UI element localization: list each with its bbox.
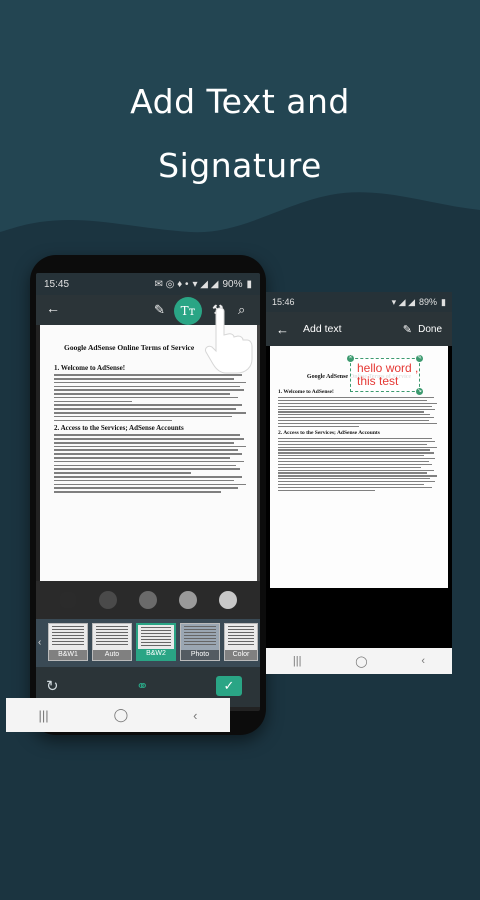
rotate-icon[interactable]: ↻ (46, 677, 59, 695)
pointing-hand-icon (205, 307, 253, 374)
document-preview: Google AdSense Online Terms of Service 1… (270, 346, 448, 588)
filter-thumbnail-selected[interactable]: B&W2 (136, 623, 176, 661)
added-text-box[interactable]: hello word , this test × ✎ ↘ (347, 355, 423, 395)
document-text-block (54, 434, 250, 493)
right-phone: 15:46 ▾ ◢ ◢ 89% ▮ ← Add text ✎ Done Goog… (266, 292, 452, 674)
left-phone: 15:45 ✉ ◎ ♦ • ▾ ◢ ◢ 90% ▮ ← ✎ Tт ⚒ ⌕ Goo… (30, 255, 266, 735)
scroll-left-icon[interactable]: ‹ (38, 637, 41, 648)
color-swatch[interactable] (219, 591, 237, 609)
resize-handle-icon[interactable]: ↘ (416, 388, 423, 395)
right-navigation-bar: ||| ◯ ‹ (266, 648, 452, 674)
back-arrow-icon[interactable]: ← (46, 300, 60, 316)
left-phone-screen: 15:45 ✉ ◎ ♦ • ▾ ◢ ◢ 90% ▮ ← ✎ Tт ⚒ ⌕ Goo… (36, 273, 260, 711)
pen-icon[interactable]: ✎ (154, 302, 165, 318)
color-swatches (36, 581, 260, 619)
document-text-block (54, 374, 250, 422)
headline-line-2: Signature (158, 146, 322, 185)
done-button[interactable]: Done (418, 324, 442, 335)
status-time: 15:46 (272, 297, 295, 307)
text-tool-button[interactable]: Tт (174, 297, 202, 325)
left-navigation-bar: ||| ◯ ‹ (6, 698, 230, 732)
added-text-line-2: this test (357, 374, 399, 388)
status-bar: 15:46 ▾ ◢ ◢ 89% ▮ (266, 292, 452, 312)
battery-icon: ▮ (246, 278, 252, 290)
filter-thumbnail[interactable]: Photo (180, 623, 220, 661)
back-arrow-icon[interactable]: ← (276, 322, 289, 337)
color-swatch[interactable] (99, 591, 117, 609)
filter-icon[interactable]: ⚭ (136, 677, 149, 695)
document-section-heading: 2. Access to the Services; AdSense Accou… (278, 429, 380, 436)
home-icon[interactable]: ◯ (114, 707, 129, 723)
headline-line-1: Add Text and (130, 82, 350, 121)
add-text-toolbar: ← Add text ✎ Done (266, 312, 452, 346)
color-swatch[interactable] (59, 591, 77, 609)
color-swatch[interactable] (179, 591, 197, 609)
home-icon[interactable]: ◯ (355, 655, 367, 668)
edit-handle-icon[interactable]: ✎ (416, 355, 423, 362)
recent-apps-icon[interactable]: ||| (293, 655, 302, 667)
document-text-block (278, 397, 440, 427)
document-section-heading: 2. Access to the Services; AdSense Accou… (54, 424, 184, 433)
document-text-block (278, 437, 440, 491)
filter-thumbnail[interactable]: Auto (92, 623, 132, 661)
signal-icons: ▾ ◢ ◢ (391, 296, 416, 307)
delete-handle-icon[interactable]: × (347, 355, 354, 362)
filter-strip: ‹ B&W1 Auto B&W2 Photo Color (36, 619, 260, 667)
filter-thumbnail[interactable]: B&W1 (48, 623, 88, 661)
notification-icons: ✉ ◎ ♦ • (154, 278, 189, 290)
signal-icons: ▾ ◢ ◢ (192, 278, 219, 290)
edit-text-icon[interactable]: ✎ (403, 323, 412, 336)
battery-icon: ▮ (441, 296, 446, 307)
back-nav-icon[interactable]: ‹ (421, 655, 425, 667)
added-text-line-1: hello word , (357, 361, 419, 375)
color-swatch[interactable] (139, 591, 157, 609)
battery-level: 89% (419, 297, 438, 307)
confirm-button[interactable]: ✓ (216, 676, 242, 696)
toolbar-title: Add text (303, 323, 342, 335)
recent-apps-icon[interactable]: ||| (38, 708, 48, 723)
back-nav-icon[interactable]: ‹ (193, 708, 197, 723)
header-wave-background (0, 0, 480, 260)
status-time: 15:45 (44, 278, 70, 290)
filter-thumbnail[interactable]: Color (224, 623, 258, 661)
status-bar: 15:45 ✉ ◎ ♦ • ▾ ◢ ◢ 90% ▮ (36, 273, 260, 295)
battery-level: 90% (222, 278, 243, 290)
